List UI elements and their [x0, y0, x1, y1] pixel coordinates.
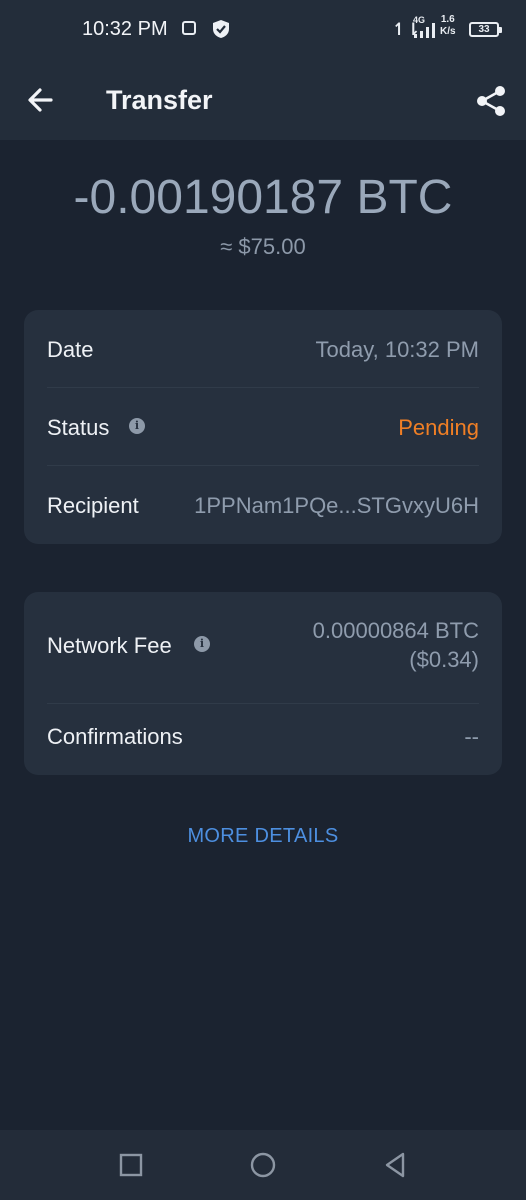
confirmations-row: Confirmations --	[47, 724, 479, 754]
circle-home-icon[interactable]	[248, 1150, 278, 1180]
notification-app-icon	[182, 21, 196, 35]
more-details-button[interactable]: MORE DETAILS	[0, 825, 526, 848]
divider	[47, 703, 479, 704]
arrow-left-icon[interactable]	[22, 82, 58, 118]
divider	[47, 387, 479, 388]
info-icon[interactable]: i	[129, 418, 145, 434]
status-bar: 10:32 PM ↿⇂ 4G 1.6 K/s 33	[0, 0, 526, 60]
transfer-amount-fiat: ≈ $75.00	[220, 234, 306, 259]
network-fee-value: 0.00000864 BTC	[312, 618, 479, 643]
recipient-row[interactable]: Recipient 1PPNam1PQe...STGvxyU6H	[47, 493, 479, 523]
date-label: Date	[47, 337, 94, 362]
network-fee-label: Network Fee	[47, 633, 172, 658]
network-speed: 1.6 K/s	[440, 14, 456, 38]
recipient-address[interactable]: 1PPNam1PQe...STGvxyU6H	[194, 493, 479, 519]
fee-details-card: Network Fee i 0.00000864 BTC ($0.34) Con…	[24, 592, 502, 775]
battery-icon: 33	[469, 22, 502, 37]
status-time: 10:32 PM	[82, 18, 168, 40]
signal-strength-icon	[414, 23, 435, 38]
transfer-amount: -0.00190187 BTC	[73, 171, 453, 224]
transfer-details-card: Date Today, 10:32 PM Status i Pending Re…	[24, 310, 502, 544]
network-fee-fiat: ($0.34)	[409, 647, 479, 672]
confirmations-value: --	[464, 724, 479, 749]
divider	[47, 465, 479, 466]
status-value: Pending	[398, 415, 479, 440]
info-icon[interactable]: i	[194, 636, 210, 652]
app-header: 10:32 PM ↿⇂ 4G 1.6 K/s 33 Transfer	[0, 0, 526, 140]
confirmations-label: Confirmations	[47, 724, 183, 749]
triangle-back-icon[interactable]	[380, 1150, 410, 1180]
speed-value: 1.6	[440, 14, 455, 25]
network-fee-row: Network Fee i 0.00000864 BTC ($0.34)	[47, 618, 479, 674]
system-nav-bar	[0, 1130, 526, 1200]
status-label: Status	[47, 415, 110, 440]
page-title: Transfer	[106, 85, 213, 115]
date-value: Today, 10:32 PM	[315, 337, 479, 362]
square-recents-icon[interactable]	[116, 1150, 146, 1180]
share-icon[interactable]	[474, 84, 508, 118]
shield-icon	[213, 20, 229, 38]
date-row: Date Today, 10:32 PM	[47, 337, 479, 367]
recipient-label: Recipient	[47, 493, 139, 518]
speed-unit: K/s	[440, 26, 456, 37]
status-row: Status i Pending	[47, 415, 479, 445]
